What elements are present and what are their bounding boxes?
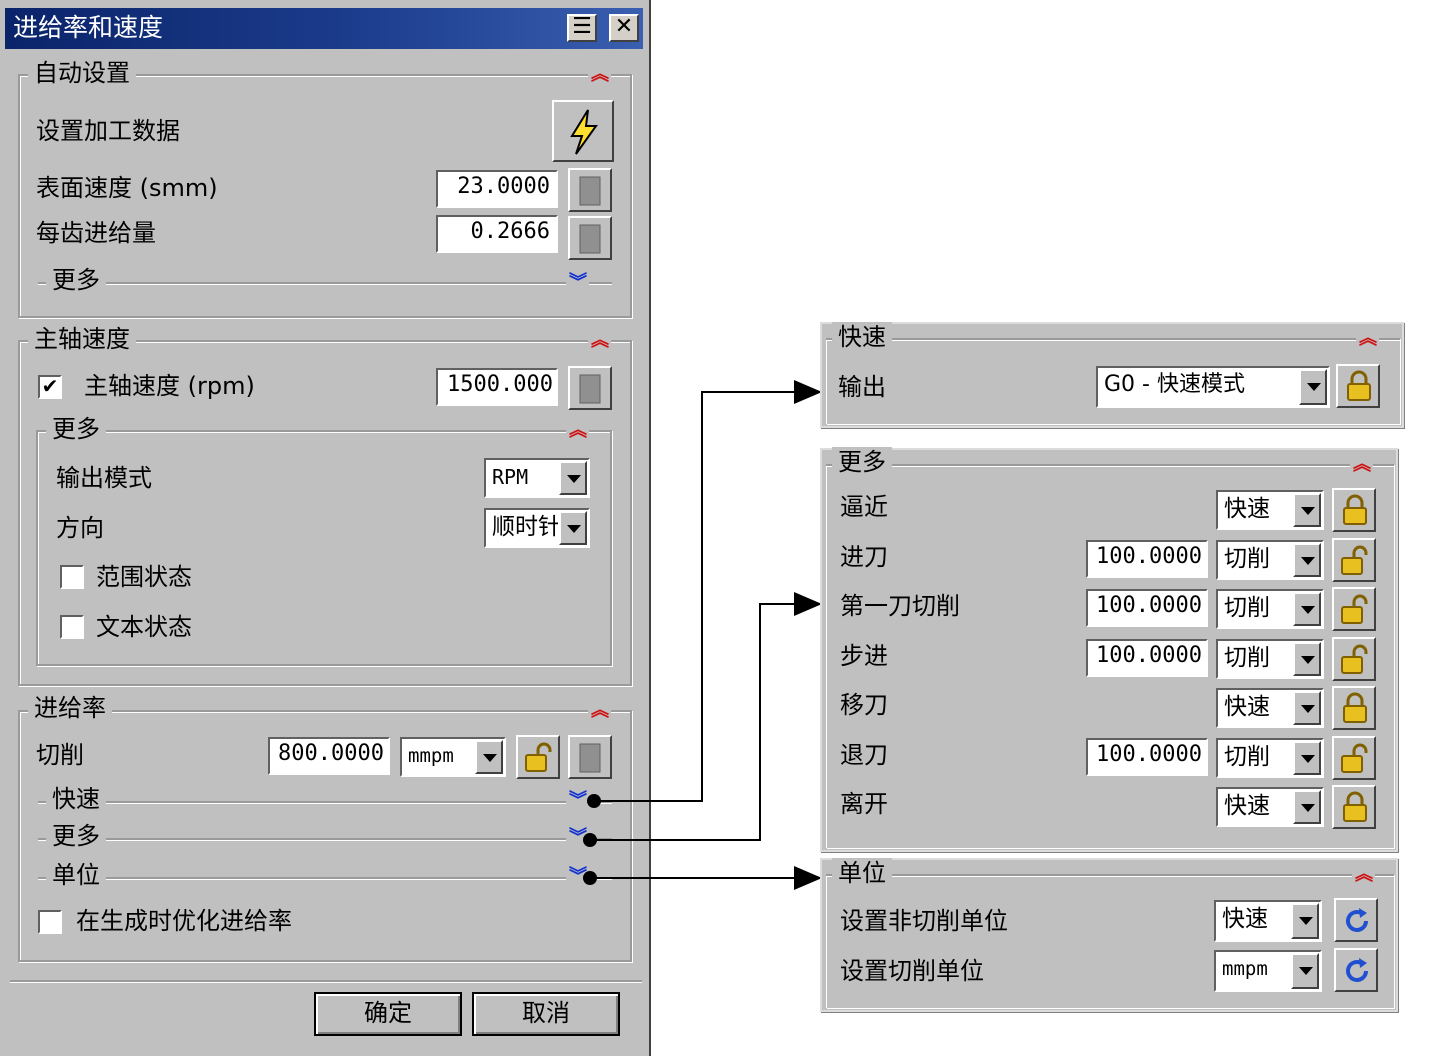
- rapid-panel-header[interactable]: 快速: [832, 322, 892, 352]
- rapid-output-select[interactable]: G0 - 快速模式: [1096, 366, 1330, 408]
- rapid-output-label: 输出: [838, 373, 886, 401]
- more-row-mode-value: 快速: [1224, 793, 1270, 819]
- lock-icon[interactable]: [1336, 364, 1380, 408]
- unlock-icon[interactable]: [1332, 587, 1376, 631]
- more-row-mode-value: 切削: [1224, 644, 1270, 671]
- noncut-units-label: 设置非切削单位: [840, 907, 1008, 935]
- more-row-mode-select[interactable]: 快速: [1216, 490, 1324, 530]
- chevron-down-icon[interactable]: [1293, 790, 1321, 824]
- more-row-value-input[interactable]: 100.0000: [1086, 638, 1208, 677]
- lock-icon[interactable]: [1332, 785, 1376, 829]
- chevron-down-icon[interactable]: [1293, 691, 1321, 725]
- more-row-mode-select[interactable]: 切削: [1216, 638, 1324, 679]
- more-row-label: 移刀: [840, 691, 888, 719]
- more-row-mode-select[interactable]: 快速: [1216, 787, 1324, 827]
- more-row-label: 第一刀切削: [840, 592, 960, 620]
- more-row-label: 逼近: [840, 493, 888, 521]
- units-panel-header[interactable]: 单位: [832, 858, 892, 888]
- connector-dot: [583, 833, 597, 847]
- more-row-label: 离开: [840, 790, 888, 818]
- chevron-down-icon[interactable]: [1293, 592, 1321, 626]
- more-row-mode-value: 快速: [1224, 694, 1270, 720]
- chevron-down-icon[interactable]: [1293, 493, 1321, 527]
- refresh-icon[interactable]: [1334, 948, 1378, 992]
- more-row-value-input[interactable]: 100.0000: [1086, 589, 1208, 627]
- lock-icon[interactable]: [1332, 488, 1376, 532]
- more-row-mode-value: 切削: [1224, 545, 1270, 572]
- lock-icon[interactable]: [1332, 686, 1376, 730]
- refresh-icon[interactable]: [1334, 898, 1378, 942]
- more-row-value-input[interactable]: 100.0000: [1086, 539, 1208, 578]
- chevron-down-icon[interactable]: [1299, 369, 1327, 405]
- more-row-mode-select[interactable]: 切削: [1216, 539, 1324, 580]
- chevron-down-icon[interactable]: [1291, 903, 1319, 939]
- cut-units-label: 设置切削单位: [840, 957, 984, 985]
- collapse-icon[interactable]: ︽: [1350, 456, 1373, 474]
- more-row-mode-select[interactable]: 切削: [1216, 737, 1324, 778]
- chevron-down-icon[interactable]: [1293, 641, 1321, 676]
- connector-dot: [583, 871, 597, 885]
- collapse-icon[interactable]: ︽: [1356, 330, 1379, 348]
- connector-dot: [587, 794, 601, 808]
- unlock-icon[interactable]: [1332, 537, 1376, 582]
- more-row-mode-value: 快速: [1224, 496, 1270, 522]
- more-row-label: 进刀: [840, 542, 888, 571]
- more-row-value-input[interactable]: 100.0000: [1086, 737, 1208, 776]
- more-row-mode-select[interactable]: 快速: [1216, 688, 1324, 728]
- more-row-mode-select[interactable]: 切削: [1216, 589, 1324, 629]
- more-panel-header[interactable]: 更多: [832, 447, 892, 477]
- chevron-down-icon[interactable]: [1293, 740, 1321, 775]
- noncut-units-value: 快速: [1222, 906, 1268, 932]
- chevron-down-icon[interactable]: [1293, 542, 1321, 577]
- rapid-output-value: G0 - 快速模式: [1104, 372, 1245, 397]
- more-row-mode-value: 切削: [1224, 743, 1270, 770]
- chevron-down-icon[interactable]: [1291, 953, 1319, 989]
- unlock-icon[interactable]: [1332, 735, 1376, 780]
- more-row-mode-value: 切削: [1224, 595, 1270, 621]
- more-row-label: 步进: [840, 641, 888, 670]
- noncut-units-select[interactable]: 快速: [1214, 900, 1322, 942]
- cut-units-select[interactable]: mmpm: [1214, 950, 1322, 992]
- more-row-label: 退刀: [840, 740, 888, 769]
- collapse-icon[interactable]: ︽: [1352, 866, 1375, 884]
- unlock-icon[interactable]: [1332, 636, 1376, 681]
- cut-units-value: mmpm: [1222, 958, 1268, 980]
